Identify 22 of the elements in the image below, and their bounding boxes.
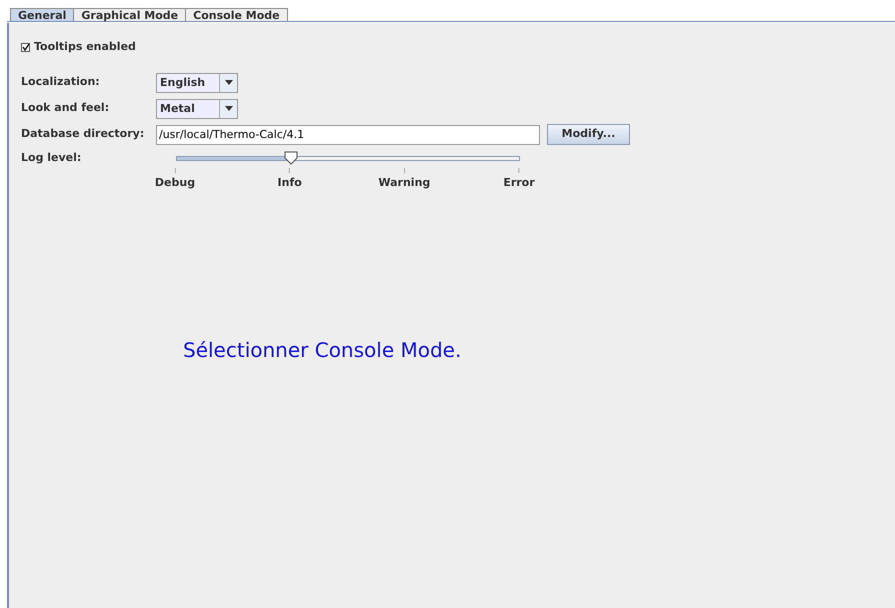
tick-label: Error [503,176,535,188]
tick-label: Debug [154,176,196,188]
tick-label: Warning [378,176,430,188]
field-label: Log level: [21,150,82,166]
log-level-slider[interactable] [176,150,520,166]
instruction-caption: Sélectionner Console Mode. [183,337,462,364]
field-label: Localization: [21,74,101,90]
checkbox-label: Tooltips enabled [34,39,136,55]
field-label: Database directory: [21,126,146,142]
field-label: Look and feel: [21,100,110,116]
tooltips-checkbox[interactable] [21,42,30,52]
slider-thumb[interactable] [284,150,298,164]
dropdown-arrow-icon [224,80,232,85]
tab[interactable]: General [10,8,74,21]
tab[interactable]: Console Mode [185,8,288,21]
dropdown-arrow-icon [224,106,232,111]
localization-dropdown[interactable]: English [156,72,238,92]
tab[interactable]: Graphical Mode [73,8,186,21]
tick-label: Info [278,176,302,188]
modify-button[interactable]: Modify... [547,124,630,145]
look-and-feel-dropdown[interactable]: Metal [156,98,238,118]
directory-input-field[interactable]: /usr/local/Thermo-Calc/4.1 [156,124,540,144]
